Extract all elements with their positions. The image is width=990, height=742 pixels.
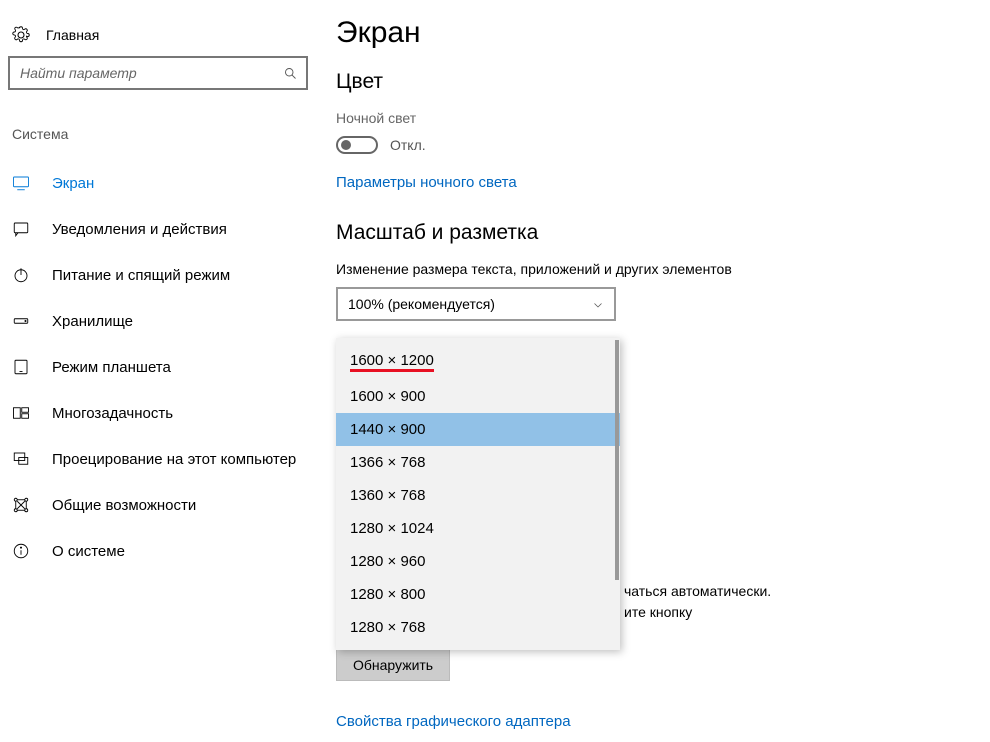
resolution-option[interactable]: 1366 × 768 xyxy=(336,446,620,479)
sidebar-group-title: Система xyxy=(12,126,308,142)
page-title: Экран xyxy=(336,16,924,50)
night-light-settings-link[interactable]: Параметры ночного света xyxy=(336,174,517,191)
sidebar-item-label: Общие возможности xyxy=(52,497,196,514)
adapter-properties-link[interactable]: Свойства графического адаптера xyxy=(336,713,571,730)
sidebar: Главная Система Экран Уведомления и дейс… xyxy=(0,0,316,730)
chevron-down-icon xyxy=(592,298,604,310)
resolution-option[interactable]: 1280 × 960 xyxy=(336,545,620,578)
gear-icon xyxy=(12,26,30,44)
info-icon xyxy=(12,542,30,560)
resolution-option[interactable]: 1440 × 900 xyxy=(336,413,620,446)
sidebar-item-label: Многозадачность xyxy=(52,405,173,422)
scale-select-value: 100% (рекомендуется) xyxy=(348,296,495,312)
multitasking-icon xyxy=(12,404,30,422)
sidebar-item-label: Проецирование на этот компьютер xyxy=(52,451,296,468)
sidebar-item-shared[interactable]: Общие возможности xyxy=(8,482,308,528)
night-light-label: Ночной свет xyxy=(336,110,924,126)
sidebar-item-power[interactable]: Питание и спящий режим xyxy=(8,252,308,298)
night-light-state: Откл. xyxy=(390,137,426,153)
resolution-option[interactable]: 1600 × 1200 xyxy=(336,344,620,380)
resolution-option[interactable]: 1280 × 800 xyxy=(336,578,620,611)
main-content: Экран Цвет Ночной свет Откл. Параметры н… xyxy=(316,0,924,730)
sidebar-item-tablet[interactable]: Режим планшета xyxy=(8,344,308,390)
scale-label: Изменение размера текста, приложений и д… xyxy=(336,261,924,277)
resolution-option[interactable]: 1360 × 768 xyxy=(336,479,620,512)
resolution-option[interactable]: 1280 × 1024 xyxy=(336,512,620,545)
resolution-dropdown[interactable]: 1600 × 12001600 × 9001440 × 9001366 × 76… xyxy=(336,338,620,650)
section-scale: Масштаб и разметка xyxy=(336,221,924,245)
notifications-icon xyxy=(12,220,30,238)
sidebar-item-about[interactable]: О системе xyxy=(8,528,308,574)
partial-line-1: чаться автоматически. xyxy=(624,583,771,599)
home-nav[interactable]: Главная xyxy=(8,20,308,56)
toggle-knob xyxy=(341,140,351,150)
detect-button[interactable]: Обнаружить xyxy=(336,649,450,681)
partial-line-2: ите кнопку xyxy=(624,604,692,620)
tablet-icon xyxy=(12,358,30,376)
section-color: Цвет xyxy=(336,70,924,94)
display-icon xyxy=(12,174,30,192)
projecting-icon xyxy=(12,450,30,468)
sidebar-item-display[interactable]: Экран xyxy=(8,160,308,206)
night-light-toggle[interactable] xyxy=(336,136,378,154)
sidebar-item-notifications[interactable]: Уведомления и действия xyxy=(8,206,308,252)
shared-icon xyxy=(12,496,30,514)
sidebar-item-label: Хранилище xyxy=(52,313,133,330)
resolution-option[interactable]: 1280 × 768 xyxy=(336,611,620,644)
storage-icon xyxy=(12,312,30,330)
sidebar-item-storage[interactable]: Хранилище xyxy=(8,298,308,344)
dropdown-scrollbar[interactable] xyxy=(615,340,619,580)
sidebar-item-label: О системе xyxy=(52,543,125,560)
sidebar-item-label: Режим планшета xyxy=(52,359,171,376)
resolution-option[interactable]: 1600 × 900 xyxy=(336,380,620,413)
sidebar-item-label: Экран xyxy=(52,175,94,192)
sidebar-item-label: Уведомления и действия xyxy=(52,221,227,238)
sidebar-item-label: Питание и спящий режим xyxy=(52,267,230,284)
scale-select[interactable]: 100% (рекомендуется) xyxy=(336,287,616,321)
search-icon xyxy=(283,66,298,81)
home-label: Главная xyxy=(46,27,99,43)
search-input[interactable] xyxy=(18,64,283,82)
power-icon xyxy=(12,266,30,284)
sidebar-item-projecting[interactable]: Проецирование на этот компьютер xyxy=(8,436,308,482)
sidebar-item-multitasking[interactable]: Многозадачность xyxy=(8,390,308,436)
search-input-container[interactable] xyxy=(8,56,308,90)
